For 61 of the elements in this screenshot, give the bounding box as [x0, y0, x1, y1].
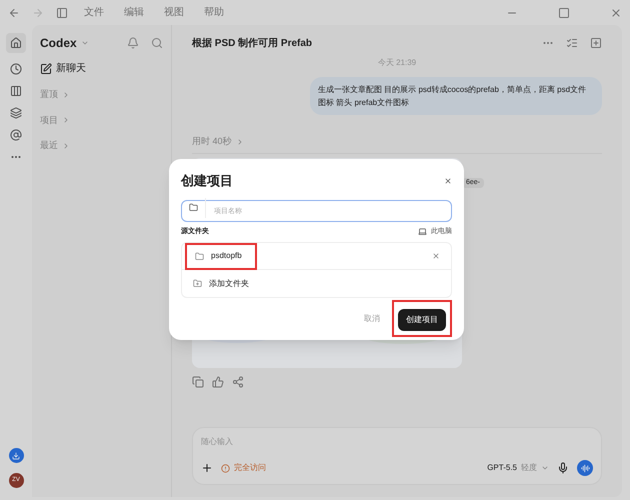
chevron-icon: [541, 464, 549, 472]
download-icon: [12, 452, 20, 460]
at-icon[interactable]: [10, 129, 22, 141]
alert-icon: [221, 464, 230, 472]
laptop-icon: [418, 227, 427, 236]
folder-icon: [195, 252, 204, 260]
chevron-icon: [80, 39, 89, 47]
message-input[interactable]: 随心输入: [201, 436, 593, 448]
back-icon[interactable]: [8, 6, 20, 18]
voice-button[interactable]: [577, 460, 593, 476]
elapsed-time[interactable]: 用时 40秒: [192, 135, 232, 148]
user-message: 生成一张文章配图 目的展示 psd转成cocos的prefab，简单点，距离 psd文件图标 箭头 prefab文件图标: [310, 77, 602, 115]
dialog-title: 创建项目: [181, 172, 233, 190]
new-chat-button[interactable]: 新聊天: [40, 61, 163, 76]
thumbs-up-icon[interactable]: [212, 376, 224, 388]
new-chat-label: 新聊天: [56, 62, 86, 76]
share-icon[interactable]: [232, 376, 244, 388]
add-folder-button[interactable]: 添加文件夹: [182, 270, 451, 297]
timestamp: 今天 21:39: [378, 58, 416, 67]
menu-item[interactable]: 编辑: [120, 5, 148, 20]
plus-icon[interactable]: [201, 462, 213, 474]
folder-plus-icon: [193, 279, 202, 288]
sidebar-section[interactable]: 置顶: [40, 88, 163, 102]
menu-item[interactable]: 帮助: [200, 5, 228, 20]
home-button[interactable]: [6, 33, 26, 53]
folder-item[interactable]: psdtopfb: [185, 242, 257, 270]
pen-icon: [40, 62, 52, 74]
thread-title: 根据 PSD 制作可用 Prefab: [192, 36, 312, 50]
add-panel-icon[interactable]: [590, 37, 602, 49]
chevron-icon: [62, 116, 70, 124]
access-button[interactable]: 完全访问: [221, 462, 266, 474]
download-button[interactable]: [8, 448, 24, 463]
cancel-button[interactable]: 取消: [364, 312, 380, 324]
close-icon[interactable]: [444, 176, 452, 185]
sidebar-toggle-icon[interactable]: [56, 6, 68, 18]
home-icon: [10, 37, 22, 49]
search-icon[interactable]: [151, 37, 163, 49]
maximize-icon[interactable]: [558, 6, 570, 18]
sidebar-section[interactable]: 最近: [40, 139, 163, 152]
app-name[interactable]: Codex: [40, 34, 77, 52]
sidebar-section[interactable]: 项目: [40, 114, 163, 127]
list-icon[interactable]: [566, 37, 578, 49]
model-selector[interactable]: GPT-5.5 轻度: [487, 462, 549, 474]
section-label: 置顶: [40, 88, 58, 101]
menu-item[interactable]: 视图: [160, 5, 188, 20]
clock-icon[interactable]: [10, 63, 22, 75]
microphone-icon[interactable]: [557, 462, 569, 474]
layers-icon[interactable]: [10, 107, 22, 119]
columns-icon[interactable]: [10, 85, 22, 97]
create-project-button[interactable]: 创建项目: [398, 309, 446, 331]
waveform-icon: [580, 464, 590, 472]
section-label: 最近: [40, 139, 58, 152]
menu-item[interactable]: 文件: [80, 5, 108, 20]
section-label: 项目: [40, 114, 58, 126]
remove-icon[interactable]: [432, 252, 440, 260]
close-icon[interactable]: [610, 6, 622, 18]
chevron-icon: [62, 142, 70, 150]
copy-icon[interactable]: [192, 376, 204, 388]
folder-icon: [189, 203, 198, 212]
chevron-icon: [62, 90, 70, 99]
bell-icon[interactable]: [127, 37, 139, 49]
